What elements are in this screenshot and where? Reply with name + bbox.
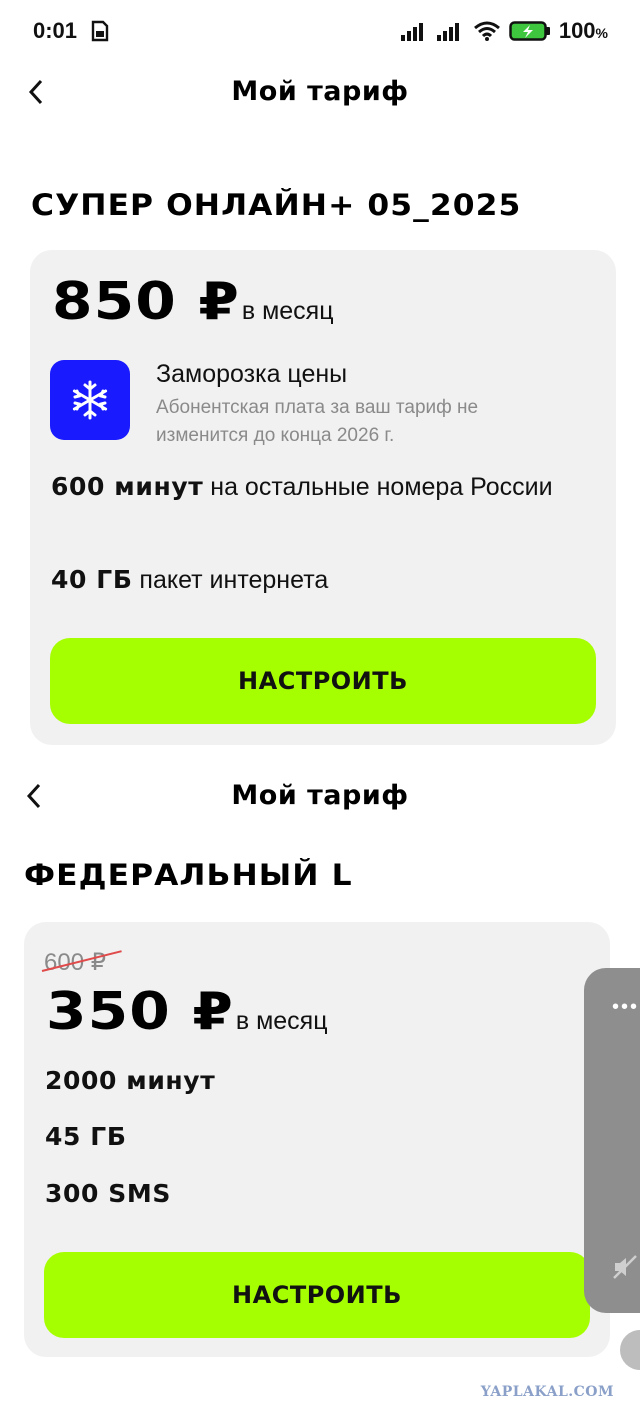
signal-icon (400, 23, 423, 41)
status-bar: 0:01 100% (0, 0, 640, 64)
wifi-icon (473, 21, 500, 41)
per-month-label: в месяц (241, 297, 334, 325)
price-row: 850 ₽ в месяц (52, 272, 334, 332)
more-dots-icon[interactable]: ••• (612, 996, 639, 1019)
battery-percent: 100% (558, 18, 608, 43)
status-icons: 100% (400, 18, 608, 44)
feature-internet: 40 ГБ пакет интернета (51, 565, 329, 594)
page-title: Мой тариф (231, 76, 409, 107)
price: 850 ₽ (52, 272, 240, 332)
per-month-label-2: в месяц (235, 1007, 328, 1035)
watermark: YAPLAKAL.COM (480, 1384, 614, 1400)
tariff-card: 850 ₽ в месяц Заморозка цены Абонентская… (30, 250, 616, 745)
freeze-title: Заморозка цены (156, 360, 348, 388)
floating-bubble[interactable] (620, 1330, 640, 1370)
topbar-1: Мой тариф (0, 62, 640, 122)
sim-card-icon (91, 20, 109, 42)
configure-button-2[interactable]: НАСТРОИТЬ (44, 1252, 590, 1338)
configure-button[interactable]: НАСТРОИТЬ (50, 638, 596, 724)
price-2: 350 ₽ (46, 982, 234, 1042)
topbar-2: Мой тариф (0, 766, 640, 826)
feature-sms-2: 300 SMS (45, 1179, 171, 1208)
feature-minutes-2: 2000 минут (45, 1066, 216, 1095)
mute-icon[interactable] (612, 1254, 638, 1280)
price-row-2: 350 ₽ в месяц (46, 982, 328, 1042)
signal-icon-2 (436, 23, 459, 41)
page-title-2: Мой тариф (231, 780, 409, 811)
freeze-description: Абонентская плата за ваш тариф не измени… (156, 397, 479, 446)
feature-minutes: 600 минут на остальные номера России (51, 472, 553, 501)
tariff-name: СУПЕР ОНЛАЙН+ 05_2025 (31, 188, 522, 222)
feature-internet-2: 45 ГБ (45, 1122, 127, 1151)
side-volume-panel[interactable]: ••• (584, 968, 640, 1313)
tariff-card-2: 600 ₽ 350 ₽ в месяц 2000 минут 45 ГБ 300… (24, 922, 610, 1357)
status-time: 0:01 (33, 18, 78, 43)
tariff-name-2: ФЕДЕРАЛЬНЫЙ L (24, 858, 353, 892)
battery-charging-icon (509, 21, 550, 41)
snowflake-icon (50, 360, 130, 440)
